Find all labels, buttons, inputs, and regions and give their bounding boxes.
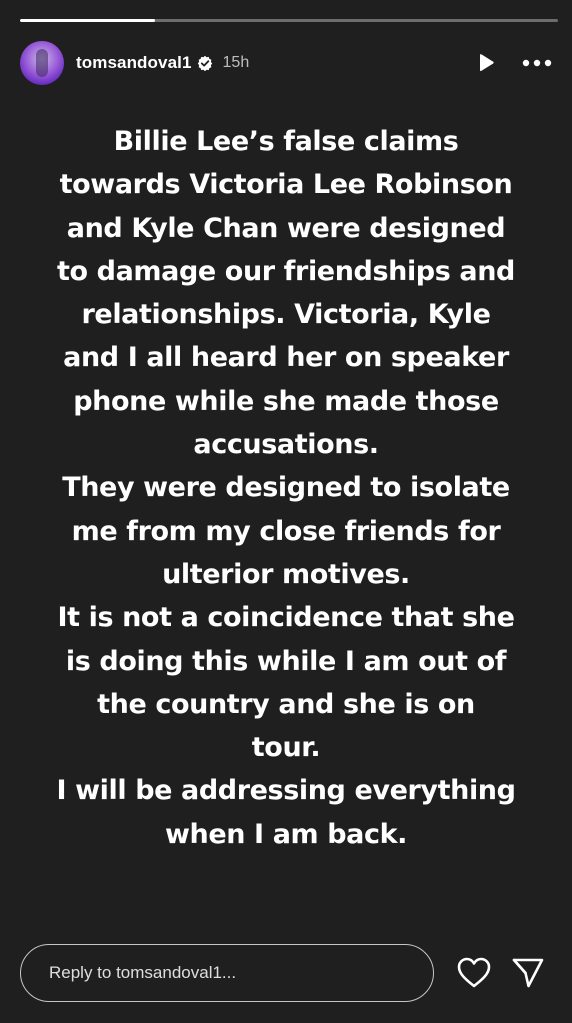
heart-icon[interactable] (456, 955, 492, 991)
story-text: Billie Lee’s false claims towards Victor… (56, 126, 516, 850)
story-header: tomsandoval1 15h (20, 40, 552, 86)
avatar[interactable] (20, 41, 64, 85)
send-icon[interactable] (510, 955, 546, 991)
play-icon[interactable] (474, 51, 498, 75)
post-time: 15h (222, 54, 250, 71)
story-progress-bar (20, 19, 558, 22)
verified-badge-icon (197, 55, 213, 71)
story-footer (20, 943, 552, 1003)
more-options-icon[interactable] (522, 51, 552, 75)
story-progress-fill (20, 19, 155, 22)
reply-input[interactable] (20, 944, 434, 1002)
username[interactable]: tomsandoval1 (76, 53, 192, 73)
